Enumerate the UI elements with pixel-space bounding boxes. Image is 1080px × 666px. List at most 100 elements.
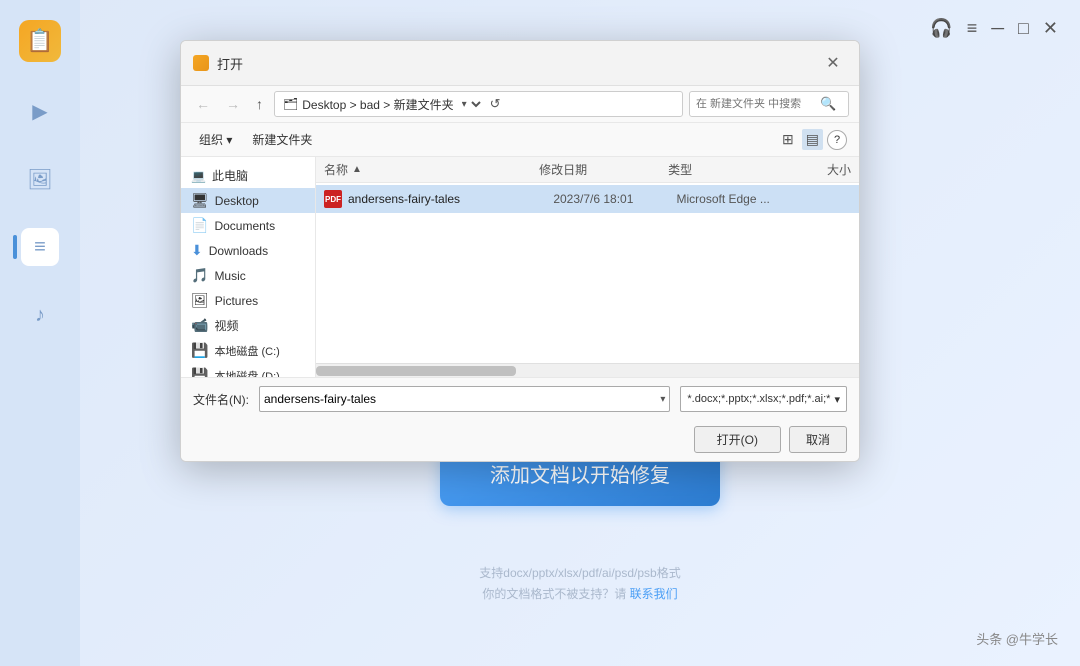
dialog-body: 💻 此电脑 🖥 Desktop 📄 Documents ⬇ Downloads … <box>181 157 859 377</box>
file-type-cell: Microsoft Edge ... <box>677 192 800 206</box>
nav-item-pictures[interactable]: 🖼 Pictures <box>181 288 315 313</box>
nav-item-music-label: Music <box>214 269 245 283</box>
drive-c-icon: 💾 <box>191 342 208 359</box>
nav-item-video-label: 视频 <box>214 317 238 334</box>
sidebar: 📋 ▶ 🖼 ≡ ♪ <box>0 0 80 666</box>
dialog-title: 打开 <box>193 54 243 73</box>
nav-forward-button[interactable]: → <box>221 93 245 115</box>
address-bar[interactable]: 🗂 Desktop > bad > 新建文件夹 ▾ ↺ <box>274 91 683 117</box>
watermark: 头条 @牛学长 <box>976 629 1058 648</box>
horizontal-scrollbar[interactable] <box>316 363 859 377</box>
open-button[interactable]: 打开(O) <box>694 426 781 453</box>
scrollbar-thumb[interactable] <box>316 366 516 376</box>
dialog-actions-bar: 组织 ▾ 新建文件夹 ⊞ ▤ ? <box>181 123 859 157</box>
nav-panel: 💻 此电脑 🖥 Desktop 📄 Documents ⬇ Downloads … <box>181 157 316 377</box>
nav-item-downloads-label: Downloads <box>209 244 268 258</box>
contact-link[interactable]: 联系我们 <box>630 587 678 601</box>
nav-item-downloads[interactable]: ⬇ Downloads <box>181 238 315 263</box>
dialog-bottom-bar: 文件名(N): ▾ *.docx;*.pptx;*.xlsx;*.pdf;*.a… <box>181 377 859 461</box>
address-dropdown[interactable]: ▾ <box>458 98 484 111</box>
video-nav-icon: 📹 <box>191 317 208 334</box>
table-row[interactable]: PDF andersens-fairy-tales 2023/7/6 18:01… <box>316 185 859 213</box>
nav-item-music[interactable]: 🎵 Music <box>181 263 315 288</box>
file-open-dialog: 打开 ✕ ← → ↑ 🗂 Desktop > bad > 新建文件夹 ▾ ↺ 🔍 <box>180 40 860 462</box>
col-date-header[interactable]: 修改日期 <box>539 161 668 178</box>
file-icon: PDF <box>324 190 342 208</box>
file-list-container: 名称 ▲ 修改日期 类型 大小 PDF <box>316 157 859 377</box>
organize-label: 组织 ▾ <box>199 131 232 148</box>
support-contact-row: 你的文档格式不被支持？请 联系我们 <box>80 584 1080 606</box>
file-name-cell: andersens-fairy-tales <box>348 192 553 206</box>
file-date-cell: 2023/7/6 18:01 <box>553 192 676 206</box>
nav-item-drive-c-label: 本地磁盘 (C:) <box>214 343 279 359</box>
address-breadcrumb-text: Desktop > bad > 新建文件夹 <box>302 96 453 113</box>
image-icon: 🖼 <box>27 167 52 192</box>
nav-item-drive-d-label: 本地磁盘 (D:) <box>214 368 279 378</box>
address-refresh-button[interactable]: ↺ <box>488 94 503 114</box>
sidebar-item-doc[interactable]: ≡ <box>21 228 59 266</box>
col-date-label: 修改日期 <box>539 163 587 177</box>
col-size-label: 大小 <box>827 163 851 177</box>
drive-d-icon: 💾 <box>191 367 208 377</box>
col-name-header[interactable]: 名称 ▲ <box>324 161 539 178</box>
address-breadcrumb-icon: 🗂 <box>283 97 298 111</box>
pictures-icon: 🖼 <box>191 292 209 309</box>
nav-this-pc-label: 此电脑 <box>212 167 248 184</box>
dialog-title-icon <box>193 55 209 71</box>
support-text: 支持docx/pptx/xlsx/pdf/ai/psd/psb格式 你的文档格式… <box>80 563 1080 606</box>
search-input[interactable] <box>696 98 816 110</box>
sort-icon: ▲ <box>352 164 362 175</box>
search-bar: 🔍 <box>689 91 849 117</box>
doc-icon: ≡ <box>34 236 46 259</box>
dialog-title-text: 打开 <box>217 54 243 73</box>
dialog-titlebar: 打开 ✕ <box>181 41 859 86</box>
nav-item-desktop[interactable]: 🖥 Desktop <box>181 188 315 213</box>
video-icon: ▶ <box>32 99 47 124</box>
filetype-dropdown-icon: ▾ <box>834 393 840 406</box>
search-icon: 🔍 <box>820 96 836 112</box>
help-button[interactable]: ? <box>827 130 847 150</box>
col-name-label: 名称 <box>324 161 348 178</box>
nav-item-documents[interactable]: 📄 Documents <box>181 213 315 238</box>
sidebar-item-music[interactable]: ♪ <box>21 296 59 334</box>
sidebar-item-image[interactable]: 🖼 <box>21 160 59 198</box>
filename-dropdown-button[interactable]: ▾ <box>660 394 665 405</box>
sidebar-item-video[interactable]: ▶ <box>21 92 59 130</box>
desktop-icon: 🖥 <box>191 192 209 209</box>
file-list-header: 名称 ▲ 修改日期 类型 大小 <box>316 157 859 183</box>
nav-item-drive-c[interactable]: 💾 本地磁盘 (C:) <box>181 338 315 363</box>
nav-item-drive-d[interactable]: 💾 本地磁盘 (D:) <box>181 363 315 377</box>
dialog-buttons-row: 打开(O) 取消 <box>193 422 847 453</box>
filename-label: 文件名(N): <box>193 391 249 408</box>
music-icon: ♪ <box>35 304 45 327</box>
dialog-nav-toolbar: ← → ↑ 🗂 Desktop > bad > 新建文件夹 ▾ ↺ 🔍 <box>181 86 859 123</box>
new-folder-button[interactable]: 新建文件夹 <box>246 128 318 151</box>
filetype-value: *.docx;*.pptx;*.xlsx;*.pdf;*.ai;* <box>687 393 830 405</box>
cancel-button[interactable]: 取消 <box>789 426 847 453</box>
nav-this-pc[interactable]: 💻 此电脑 <box>181 163 315 188</box>
support-formats-text: 支持docx/pptx/xlsx/pdf/ai/psd/psb格式 <box>80 563 1080 585</box>
pc-icon: 💻 <box>191 169 206 183</box>
nav-back-button[interactable]: ← <box>191 93 215 115</box>
nav-item-documents-label: Documents <box>214 219 275 233</box>
nav-item-video[interactable]: 📹 视频 <box>181 313 315 338</box>
view-details-button[interactable]: ⊞ <box>778 129 798 150</box>
support-unsupported-text: 你的文档格式不被支持？请 <box>482 587 626 601</box>
app-logo: 📋 <box>19 20 61 62</box>
organize-button[interactable]: 组织 ▾ <box>193 128 238 151</box>
documents-icon: 📄 <box>191 217 208 234</box>
col-type-header[interactable]: 类型 <box>668 161 797 178</box>
dialog-close-button[interactable]: ✕ <box>819 49 847 77</box>
filename-input[interactable] <box>264 392 660 406</box>
view-icons: ⊞ ▤ ? <box>778 129 847 150</box>
nav-item-desktop-label: Desktop <box>215 194 259 208</box>
col-type-label: 类型 <box>668 163 692 177</box>
col-size-header[interactable]: 大小 <box>797 161 851 178</box>
view-list-button[interactable]: ▤ <box>802 129 823 150</box>
nav-up-button[interactable]: ↑ <box>251 93 268 115</box>
downloads-icon: ⬇ <box>191 242 203 259</box>
nav-item-pictures-label: Pictures <box>215 294 258 308</box>
filetype-select[interactable]: *.docx;*.pptx;*.xlsx;*.pdf;*.ai;* ▾ <box>680 386 847 412</box>
file-list: PDF andersens-fairy-tales 2023/7/6 18:01… <box>316 183 859 363</box>
filename-input-wrap[interactable]: ▾ <box>259 386 670 412</box>
